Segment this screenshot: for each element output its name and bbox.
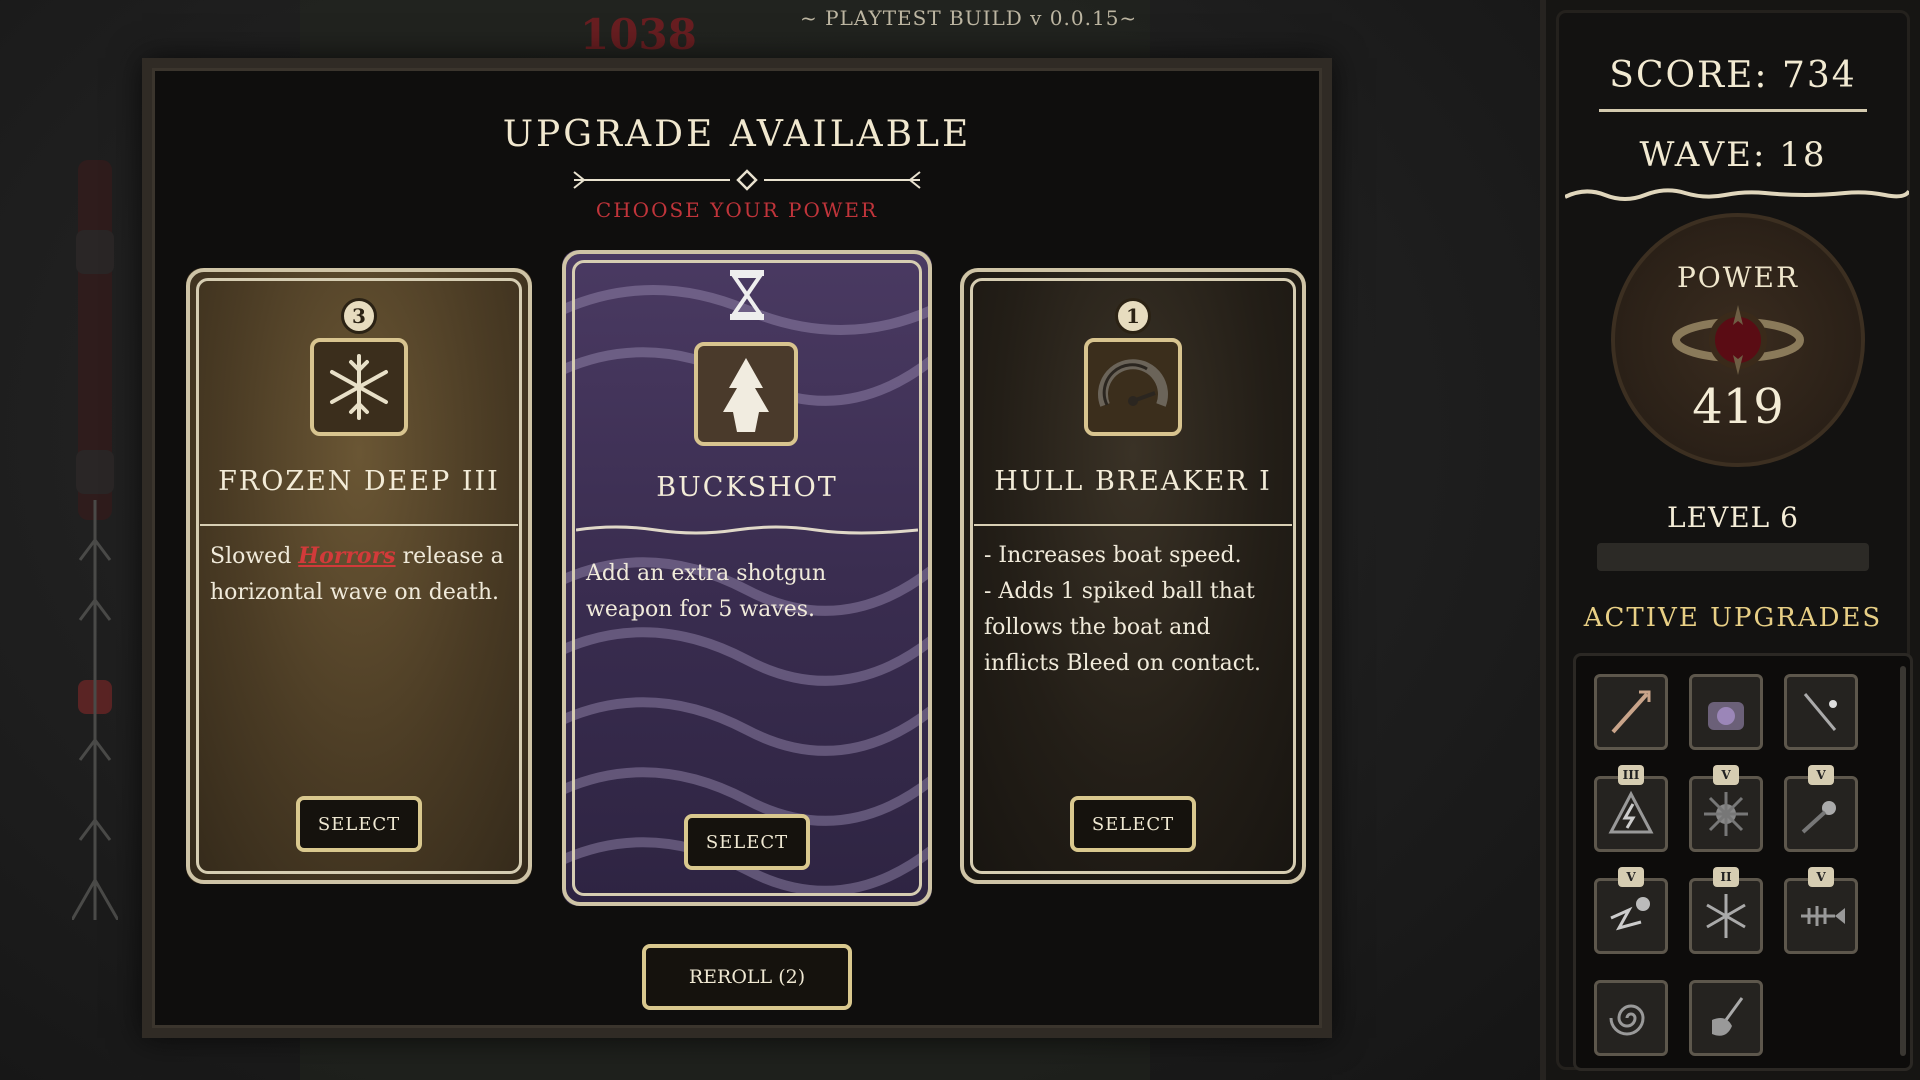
upgrade-slot[interactable] (1689, 980, 1763, 1056)
upgrade-tier-badge: III (1618, 765, 1644, 785)
snowflake-icon (1706, 894, 1746, 938)
comet-icon (1801, 801, 1836, 834)
power-value: 419 (1692, 379, 1784, 435)
hourglass-icon (730, 270, 764, 320)
upgrade-slot[interactable]: V (1784, 867, 1858, 954)
card-divider (200, 524, 518, 526)
upgrade-slot[interactable]: V (1689, 765, 1763, 852)
desc-line: - Increases boat speed. (984, 543, 1242, 568)
upgrade-card-frozen-deep[interactable]: 3 FROZEN DEEP III Slowed Horrors release… (186, 268, 532, 884)
upgrade-slot[interactable]: V (1784, 765, 1858, 852)
enemy-track (72, 160, 118, 920)
card-icon-frame (1084, 338, 1182, 436)
card-title: FROZEN DEEP III (218, 466, 500, 497)
upgrade-slot[interactable]: V (1594, 867, 1668, 954)
power-label: POWER (1676, 261, 1800, 294)
desc-text: Slowed (210, 544, 299, 569)
upgrade-tier-badge: II (1713, 867, 1739, 887)
power-emblem-icon (1672, 305, 1804, 375)
fish-skeleton-icon (1801, 906, 1845, 926)
card-title: BUCKSHOT (656, 472, 838, 503)
upgrade-slot[interactable]: III (1594, 765, 1668, 852)
tier-badge: 3 (341, 298, 377, 334)
upgrades-scrollbar[interactable] (1900, 666, 1906, 1056)
tree-icon (723, 358, 769, 432)
speedometer-icon (1098, 359, 1168, 407)
modal-title: UPGRADE AVAILABLE (502, 114, 972, 155)
stats-sidebar: SCORE: 734 WAVE: 18 POWER 419 LEVEL 6 AC… (1540, 0, 1920, 1080)
sidebar-frame: SCORE: 734 WAVE: 18 POWER 419 LEVEL 6 AC… (1556, 10, 1913, 1071)
burst-icon (1704, 792, 1748, 836)
modal-subtitle: CHOOSE YOUR POWER (595, 198, 879, 222)
select-button[interactable]: SELECT (684, 814, 810, 870)
upgrade-slot[interactable] (1594, 674, 1668, 750)
upgrade-tier-badge: V (1713, 765, 1739, 785)
card-icon-frame (694, 342, 798, 446)
card-divider (974, 524, 1292, 526)
card-description: - Increases boat speed. - Adds 1 spiked … (984, 538, 1286, 682)
damage-number: 1038 (580, 10, 697, 59)
tier-badge: 1 (1115, 298, 1151, 334)
select-button[interactable]: SELECT (296, 796, 422, 852)
xp-progress-bar (1597, 543, 1869, 571)
level-readout: LEVEL 6 (1666, 501, 1799, 534)
fishing-rod-icon (1803, 693, 1837, 731)
active-upgrades-title: ACTIVE UPGRADES (1583, 603, 1883, 633)
card-description: Add an extra shotgun weapon for 5 waves. (586, 561, 827, 622)
upgrade-slot[interactable]: II (1689, 867, 1763, 954)
horrors-keyword-link[interactable]: Horrors (298, 543, 395, 569)
reroll-button[interactable]: REROLL (2) (642, 944, 852, 1010)
title-divider (573, 169, 921, 191)
active-upgrades-grid: III V V V II V (1573, 653, 1913, 1071)
wave-divider (1565, 188, 1909, 201)
ladle-icon (1712, 997, 1744, 1036)
score-readout: SCORE: 734 (1609, 55, 1857, 96)
upgrade-tier-badge: V (1808, 867, 1834, 887)
card-divider (576, 525, 918, 535)
harpoon-icon (1611, 690, 1651, 734)
upgrade-slot[interactable] (1784, 674, 1858, 750)
wave-readout: WAVE: 18 (1639, 135, 1827, 175)
upgrade-modal: UPGRADE AVAILABLE CHOOSE YOUR POWER 3 FR… (142, 58, 1332, 1038)
card-description: Slowed Horrors release a horizontal wave… (210, 538, 512, 611)
upgrade-tier-badge: V (1618, 867, 1644, 887)
card-icon-frame (310, 338, 408, 436)
desc-line: - Adds 1 spiked ball that follows the bo… (984, 579, 1261, 676)
upgrade-card-hull-breaker[interactable]: 1 HULL BREAKER I - Increases boat speed.… (960, 268, 1306, 884)
score-divider (1599, 109, 1867, 112)
vortex-icon (1609, 1004, 1645, 1036)
select-button[interactable]: SELECT (1070, 796, 1196, 852)
lightning-triangle-icon (1608, 790, 1654, 834)
upgrade-slot[interactable] (1594, 980, 1668, 1056)
upgrade-tier-badge: V (1808, 765, 1834, 785)
zigzag-ball-icon (1610, 897, 1650, 931)
snowflake-icon (330, 354, 388, 420)
card-title: HULL BREAKER I (994, 466, 1272, 497)
upgrade-card-buckshot[interactable]: BUCKSHOT Add an extra shotgun weapon for… (562, 250, 932, 906)
build-label: ~ PLAYTEST BUILD v 0.0.15~ (800, 6, 1138, 30)
upgrade-slot[interactable] (1689, 674, 1763, 750)
power-medallion: POWER 419 (1611, 213, 1865, 467)
diving-helmet-icon (1708, 702, 1744, 730)
